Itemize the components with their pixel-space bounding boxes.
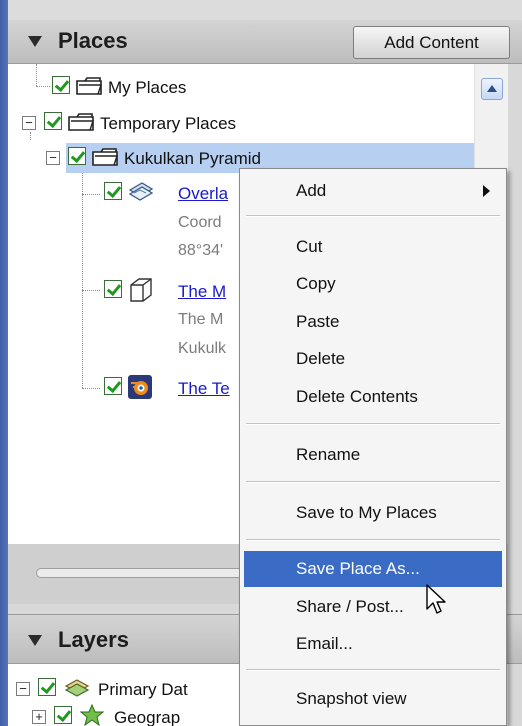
menu-item-snapshot-view[interactable]: Snapshot view [244, 681, 502, 717]
submenu-arrow-icon [483, 185, 490, 197]
layers-title: Layers [58, 627, 129, 652]
menu-separator [246, 669, 500, 671]
checkbox[interactable] [104, 280, 122, 298]
tree-item-description: The M [178, 311, 224, 328]
image-overlay-icon [128, 180, 154, 209]
collapse-minus-icon[interactable]: − [22, 116, 36, 130]
menu-item-copy[interactable]: Copy [244, 266, 502, 302]
menu-item-rename[interactable]: Rename [244, 437, 502, 473]
partial-checkbox[interactable] [38, 678, 56, 696]
context-menu[interactable]: Add Cut Copy Paste Delete Delete Content… [239, 168, 507, 726]
collapse-triangle-icon[interactable] [28, 635, 42, 646]
tree-item-label: Kukulkan Pyramid [124, 149, 262, 168]
checkbox[interactable] [104, 377, 122, 395]
tree-item-my-places[interactable]: My Places [8, 72, 468, 102]
menu-item-delete[interactable]: Delete [244, 341, 502, 377]
add-content-button[interactable]: Add Content [353, 26, 510, 59]
menu-separator [246, 423, 500, 425]
collapse-minus-icon[interactable]: − [16, 682, 30, 696]
overlay-link[interactable]: Overla [178, 184, 228, 204]
menu-item-email[interactable]: Email... [244, 626, 502, 662]
menu-item-save-place-as[interactable]: Save Place As... [244, 551, 502, 587]
tree-item-model[interactable]: The M [8, 276, 248, 306]
menu-separator [246, 481, 500, 483]
places-panel-header[interactable]: Places Add Content [8, 20, 522, 64]
tree-item-description: 88°34' [178, 242, 224, 259]
menu-separator [246, 215, 500, 217]
window-edge [0, 0, 8, 726]
model-link[interactable]: The M [178, 282, 226, 302]
layer-item-primary-database[interactable]: − Primary Dat [8, 674, 248, 704]
checkbox[interactable] [44, 112, 62, 130]
horizontal-scrollbar[interactable] [36, 568, 266, 578]
checkbox[interactable] [68, 147, 86, 165]
places-title: Places [58, 28, 128, 53]
folder-icon [68, 113, 94, 136]
top-strip [8, 0, 522, 20]
folder-icon [92, 148, 118, 171]
scroll-up-arrow-icon[interactable] [481, 78, 503, 100]
collapse-triangle-icon[interactable] [28, 36, 42, 47]
checkbox[interactable] [104, 182, 122, 200]
tree-item-description: Coord [178, 214, 222, 231]
menu-item-share-post[interactable]: Share / Post... [244, 589, 502, 625]
menu-item-save-to-my-places[interactable]: Save to My Places [244, 495, 502, 531]
checkbox[interactable] [54, 706, 72, 724]
expand-plus-icon[interactable]: + [32, 710, 46, 724]
tour-link[interactable]: The Te [178, 379, 230, 399]
layers-icon [64, 676, 90, 705]
checkbox[interactable] [52, 76, 70, 94]
mouse-pointer-icon [426, 584, 448, 621]
menu-item-paste[interactable]: Paste [244, 304, 502, 340]
folder-icon [76, 77, 102, 100]
tree-item-label: My Places [108, 78, 187, 97]
layer-item-geographic[interactable]: + Geograp [8, 704, 248, 726]
tree-item-temporary-places[interactable]: − Temporary Places [8, 108, 468, 138]
collapse-minus-icon[interactable]: − [46, 151, 60, 165]
tree-item-tour[interactable]: The Te [8, 373, 248, 403]
layer-item-label: Geograp [114, 708, 181, 726]
menu-item-delete-contents[interactable]: Delete Contents [244, 379, 502, 415]
star-icon [79, 704, 105, 726]
menu-item-add[interactable]: Add [244, 173, 502, 209]
tree-item-label: Temporary Places [100, 114, 237, 133]
tree-item-description: Kukulk [178, 340, 227, 357]
menu-item-cut[interactable]: Cut [244, 229, 502, 265]
blender-icon [128, 375, 152, 404]
tree-item-overlay[interactable]: Overla [8, 178, 248, 208]
layer-item-label: Primary Dat [98, 680, 188, 699]
menu-separator [246, 539, 500, 541]
menu-item-label: Add [296, 181, 327, 200]
3d-model-icon [128, 277, 154, 308]
